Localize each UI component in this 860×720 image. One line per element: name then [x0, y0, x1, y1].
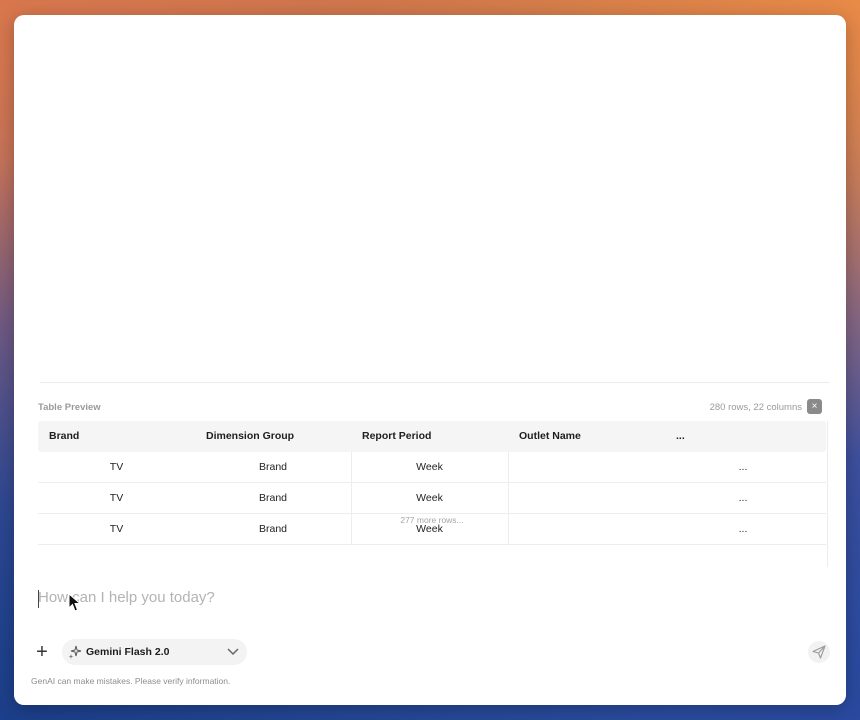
table-preview-title: Table Preview: [38, 402, 101, 413]
table-preview-meta: 280 rows, 22 columns: [709, 402, 802, 413]
more-rows-note: 277 more rows...: [400, 515, 464, 525]
divider: [40, 382, 830, 383]
table-cell: TV: [109, 461, 124, 473]
table-cell: Week: [416, 492, 443, 504]
table-cell: ...: [738, 461, 748, 473]
chat-input[interactable]: How can I help you today?: [38, 589, 738, 606]
send-icon: [812, 645, 826, 659]
send-button[interactable]: [808, 641, 830, 663]
table-cell: Brand: [258, 461, 288, 473]
table-cell: Brand: [258, 492, 288, 504]
chat-window: Table Preview 280 rows, 22 columns × Bra…: [14, 15, 846, 705]
column-header: Dimension Group: [206, 430, 295, 442]
mouse-pointer-icon: [68, 593, 82, 612]
text-caret: [38, 590, 39, 608]
table-cell: [508, 452, 665, 482]
close-preview-button[interactable]: ×: [807, 399, 822, 414]
column-header: Outlet Name: [519, 430, 581, 442]
model-name: Gemini Flash 2.0: [86, 646, 170, 658]
table-row: TV Brand Week ...: [38, 483, 826, 514]
table-cell: TV: [109, 492, 124, 504]
table-preview: Table Preview 280 rows, 22 columns × Bra…: [38, 391, 828, 567]
table-cell: ...: [738, 492, 748, 504]
table-row: TV Brand Week ...: [38, 452, 826, 483]
add-attachment-button[interactable]: +: [34, 640, 50, 664]
chevron-down-icon: [227, 648, 239, 656]
preview-table: Brand Dimension Group Report Period Outl…: [38, 421, 826, 545]
table-cell: Week: [416, 461, 443, 473]
disclaimer-text: GenAI can make mistakes. Please verify i…: [31, 676, 231, 686]
sparkle-icon: [68, 645, 82, 659]
column-header: ...: [676, 430, 685, 442]
scroll-edge: [827, 421, 828, 567]
table-header: Brand Dimension Group Report Period Outl…: [38, 421, 826, 452]
column-header: Report Period: [362, 430, 432, 442]
model-selector[interactable]: Gemini Flash 2.0: [62, 639, 247, 665]
table-cell: [508, 483, 665, 513]
column-header: Brand: [49, 430, 80, 442]
